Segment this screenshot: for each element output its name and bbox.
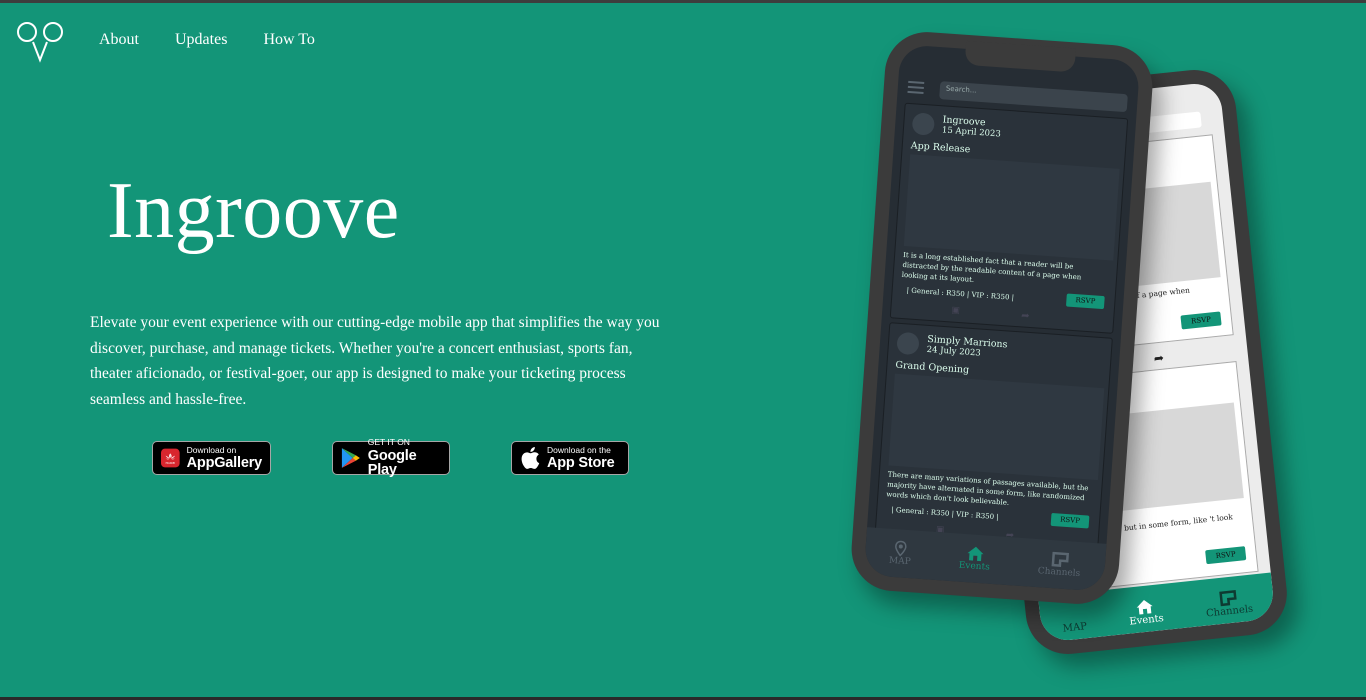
nav-howto-link[interactable]: How To bbox=[263, 31, 314, 49]
event-prices: | General : R350 | VIP : R350 | bbox=[891, 505, 999, 522]
huawei-icon: HUAWEI bbox=[161, 448, 180, 468]
phone-back-mockup: hat a reader will be content of a page w… bbox=[971, 65, 1291, 659]
back-card-price: 50 | bbox=[1052, 567, 1068, 579]
rsvp-button: RSVP bbox=[1065, 293, 1105, 310]
top-border bbox=[0, 0, 1366, 3]
share-icon: ➦ bbox=[1177, 583, 1189, 599]
event-date: 15 April 2023 bbox=[941, 125, 1002, 140]
google-play-download-button[interactable]: GET IT ON Google Play bbox=[332, 437, 450, 479]
app-store-small-label: Download on the bbox=[547, 444, 611, 455]
app-store-big-label: App Store bbox=[547, 455, 615, 471]
back-nav-map: ​ MAP bbox=[1062, 611, 1088, 635]
rsvp-button: RSVP bbox=[1050, 512, 1090, 529]
back-nav-channels: Channels bbox=[1204, 588, 1254, 619]
hero-title: Ingroove bbox=[107, 167, 400, 255]
comment-icon: ▣ bbox=[935, 524, 945, 536]
back-card-text: passages available, but in some form, li… bbox=[1048, 512, 1234, 552]
nav-about-link[interactable]: About bbox=[99, 31, 139, 49]
back-event-card: hat a reader will be content of a page w… bbox=[1001, 134, 1234, 358]
back-event-card: passages available, but in some form, li… bbox=[1025, 360, 1259, 594]
event-org: Ingroove bbox=[942, 114, 986, 129]
share-icon: ➦ bbox=[1020, 310, 1030, 322]
back-rsvp-button: RSVP bbox=[1180, 311, 1222, 330]
channels-icon bbox=[1219, 590, 1237, 607]
apple-icon bbox=[521, 447, 540, 469]
front-bottom-nav: MAP Events Channels bbox=[863, 527, 1107, 592]
hero-description: Elevate your event experience with our c… bbox=[90, 314, 660, 408]
top-nav: About Updates How To bbox=[99, 31, 315, 49]
share-icon: ➦ bbox=[1005, 529, 1015, 542]
back-bottom-nav: ​ MAP Events Channels bbox=[1038, 572, 1276, 643]
svg-text:HUAWEI: HUAWEI bbox=[166, 462, 176, 465]
event-body: It is a long established fact that a rea… bbox=[901, 250, 1082, 284]
org-avatar bbox=[896, 331, 920, 356]
event-body: There are many variations of passages av… bbox=[886, 470, 1089, 507]
hamburger-menu-icon bbox=[907, 80, 925, 94]
org-avatar bbox=[911, 112, 936, 136]
event-card: Simply Marrions 24 July 2023 Grand Openi… bbox=[874, 322, 1113, 554]
map-pin-icon bbox=[895, 540, 907, 557]
back-search-bar bbox=[1013, 111, 1202, 147]
back-nav-events: Events bbox=[1127, 597, 1164, 628]
front-search-bar: Search... bbox=[939, 81, 1128, 113]
google-play-big-label: Google Play bbox=[367, 447, 417, 479]
back-card-text: hat a reader will be content of a page w… bbox=[1024, 285, 1191, 312]
phone-front-screen: Search... Ingroove 15 April 2023 App Rel… bbox=[863, 44, 1141, 592]
map-pin-icon: ​ bbox=[1073, 611, 1075, 623]
home-icon bbox=[967, 546, 984, 562]
front-nav-events: Events bbox=[958, 545, 991, 573]
event-title: Grand Opening bbox=[895, 359, 970, 376]
appgallery-small-label: Download on bbox=[186, 444, 237, 455]
appgallery-big-label: AppGallery bbox=[186, 455, 263, 471]
front-nav-channels: Channels bbox=[1037, 550, 1081, 579]
home-icon bbox=[1137, 599, 1154, 615]
comment-icon: ▣ bbox=[951, 305, 961, 317]
event-image bbox=[888, 373, 1105, 481]
back-rsvp-button: RSVP bbox=[1205, 546, 1247, 565]
nav-updates-link[interactable]: Updates bbox=[175, 31, 227, 49]
share-icon: ➦ bbox=[1153, 350, 1165, 366]
front-nav-map: MAP bbox=[889, 540, 913, 567]
event-title: App Release bbox=[910, 140, 971, 156]
event-date: 24 July 2023 bbox=[926, 344, 982, 359]
event-org: Simply Marrions bbox=[926, 333, 1008, 351]
event-image bbox=[903, 154, 1120, 261]
event-prices: | General : R350 | VIP : R350 | bbox=[906, 286, 1015, 302]
app-store-download-button[interactable]: Download on the App Store bbox=[511, 441, 629, 475]
back-card-price: 350 | bbox=[1027, 332, 1048, 344]
event-card: Ingroove 15 April 2023 App Release It is… bbox=[889, 102, 1129, 334]
appgallery-download-button[interactable]: HUAWEI Download on AppGallery bbox=[152, 441, 271, 475]
google-play-icon bbox=[341, 448, 360, 468]
ovo-logo-icon[interactable] bbox=[16, 18, 66, 64]
google-play-small-label: GET IT ON bbox=[367, 437, 410, 448]
phone-back-screen: hat a reader will be content of a page w… bbox=[986, 81, 1276, 643]
phone-front-mockup: Search... Ingroove 15 April 2023 App Rel… bbox=[848, 29, 1156, 607]
channels-icon bbox=[1051, 551, 1069, 567]
